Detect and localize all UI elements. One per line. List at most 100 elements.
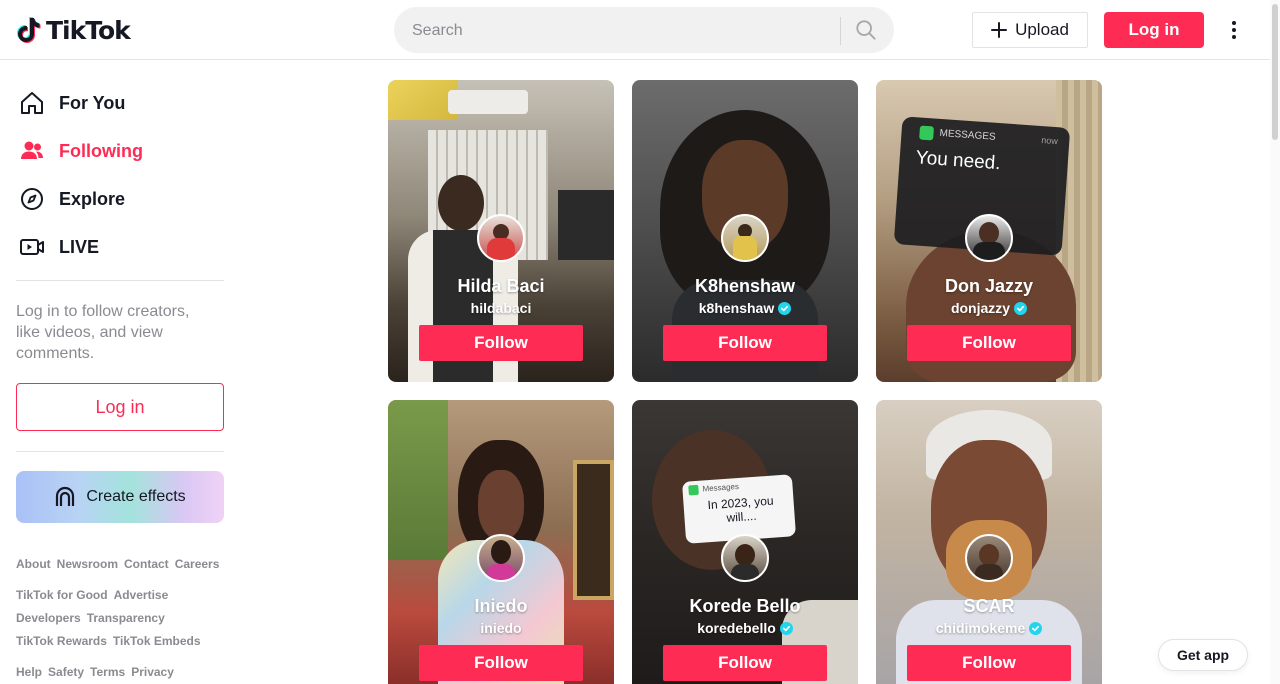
card-thumbnail-cabinet bbox=[558, 190, 614, 260]
creator-name: Iniedo bbox=[474, 596, 528, 616]
footer-link-help[interactable]: Help bbox=[16, 665, 42, 679]
creator-username: iniedo bbox=[388, 620, 614, 636]
nav-label: LIVE bbox=[59, 236, 100, 257]
sidebar-login-button[interactable]: Log in bbox=[16, 383, 224, 431]
overlay-time: now bbox=[1041, 135, 1059, 147]
nav-label: Explore bbox=[59, 188, 126, 209]
verified-badge-icon bbox=[779, 621, 793, 635]
search-divider bbox=[840, 17, 841, 45]
live-icon bbox=[16, 231, 48, 263]
sidebar-divider bbox=[16, 280, 224, 281]
creator-name: SCAR bbox=[963, 596, 1015, 616]
creator-username: k8henshaw bbox=[632, 300, 858, 316]
creator-username: koredebello bbox=[632, 620, 858, 636]
footer-link-tiktok-embeds[interactable]: TikTok Embeds bbox=[113, 634, 201, 648]
create-effects-button[interactable]: Create effects bbox=[16, 471, 224, 523]
follow-button[interactable]: Follow bbox=[419, 645, 583, 681]
creator-card[interactable]: MESSAGES now You need. Don Jazzy donjazz… bbox=[876, 80, 1102, 382]
nav-for-you[interactable]: For You bbox=[16, 83, 224, 123]
tiktok-logo[interactable]: TikTok bbox=[16, 14, 131, 46]
header-login-button[interactable]: Log in bbox=[1104, 12, 1204, 48]
creator-name: K8henshaw bbox=[694, 276, 796, 296]
upload-label: Upload bbox=[1015, 20, 1069, 39]
creator-card[interactable]: Iniedo iniedo Follow bbox=[388, 400, 614, 684]
follow-button[interactable]: Follow bbox=[907, 325, 1071, 361]
page-scrollbar[interactable] bbox=[1270, 0, 1280, 684]
follow-button[interactable]: Follow bbox=[663, 645, 827, 681]
avatar bbox=[721, 214, 769, 262]
footer-links-row: About Newsroom Contact Careers bbox=[16, 557, 219, 571]
verified-badge-icon bbox=[1029, 621, 1043, 635]
logo-wordmark: TikTok bbox=[46, 15, 131, 45]
nav-following[interactable]: Following bbox=[16, 131, 224, 171]
compass-icon bbox=[16, 183, 48, 215]
top-header: TikTok Upload Log in bbox=[0, 0, 1280, 60]
scrollbar-thumb[interactable] bbox=[1272, 4, 1278, 140]
overlay-text: You need. bbox=[915, 147, 1002, 175]
creator-username-text: donjazzy bbox=[950, 300, 1011, 316]
avatar bbox=[477, 214, 525, 262]
overlay-text: In 2023, you will.... bbox=[707, 493, 775, 525]
users-icon bbox=[16, 135, 48, 167]
nav-label: For You bbox=[59, 92, 126, 113]
verified-badge-icon bbox=[1014, 301, 1028, 315]
footer-link-terms[interactable]: Terms bbox=[90, 665, 125, 679]
footer-link-developers[interactable]: Developers bbox=[16, 611, 81, 625]
upload-button[interactable]: Upload bbox=[972, 12, 1088, 48]
footer-link-careers[interactable]: Careers bbox=[175, 557, 220, 571]
creator-username-text: k8henshaw bbox=[698, 300, 775, 316]
footer-link-privacy[interactable]: Privacy bbox=[131, 665, 174, 679]
follow-button[interactable]: Follow bbox=[663, 325, 827, 361]
get-app-button[interactable]: Get app bbox=[1158, 639, 1248, 671]
nav-live[interactable]: LIVE bbox=[16, 227, 224, 267]
footer-link-tiktok-rewards[interactable]: TikTok Rewards bbox=[16, 634, 107, 648]
creator-username: donjazzy bbox=[876, 300, 1102, 316]
more-vertical-icon bbox=[1232, 21, 1236, 39]
home-icon bbox=[16, 87, 48, 119]
login-hint-text: Log in to follow creators, like videos, … bbox=[16, 303, 190, 362]
creator-card[interactable]: Hilda Baci hildabaci Follow bbox=[388, 80, 614, 382]
message-overlay: Messages In 2023, you will.... bbox=[681, 474, 797, 544]
overlay-title: Messages bbox=[702, 481, 740, 494]
footer-link-newsroom[interactable]: Newsroom bbox=[57, 557, 118, 571]
footer-link-about[interactable]: About bbox=[16, 557, 51, 571]
footer-link-contact[interactable]: Contact bbox=[124, 557, 169, 571]
more-menu-button[interactable] bbox=[1222, 16, 1246, 44]
sidebar-divider bbox=[16, 451, 224, 452]
card-thumbnail-face bbox=[478, 470, 524, 540]
avatar bbox=[721, 534, 769, 582]
nav-explore[interactable]: Explore bbox=[16, 179, 224, 219]
creator-card[interactable]: SCAR chidimokeme Follow bbox=[876, 400, 1102, 684]
footer-link-safety[interactable]: Safety bbox=[48, 665, 84, 679]
card-thumbnail-ac bbox=[448, 90, 528, 114]
follow-button[interactable]: Follow bbox=[419, 325, 583, 361]
verified-badge-icon bbox=[778, 301, 792, 315]
creator-username-text: chidimokeme bbox=[935, 620, 1026, 636]
creator-username-text: koredebello bbox=[697, 620, 776, 636]
creator-username: chidimokeme bbox=[876, 620, 1102, 636]
search-button[interactable] bbox=[846, 11, 886, 49]
footer-link-transparency[interactable]: Transparency bbox=[87, 611, 165, 625]
avatar bbox=[965, 214, 1013, 262]
footer-link-advertise[interactable]: Advertise bbox=[114, 588, 169, 602]
avatar bbox=[965, 534, 1013, 582]
footer-links-row: TikTok Rewards TikTok Embeds bbox=[16, 634, 201, 648]
messages-app-icon bbox=[688, 484, 699, 496]
search-icon bbox=[856, 20, 876, 40]
nav-label: Following bbox=[59, 140, 143, 161]
search-bar bbox=[394, 7, 894, 53]
creator-card[interactable]: Messages In 2023, you will.... Korede Be… bbox=[632, 400, 858, 684]
search-input[interactable] bbox=[410, 18, 814, 44]
messages-app-icon bbox=[919, 125, 935, 141]
tiktok-logo-icon bbox=[17, 17, 41, 43]
creator-username-text: iniedo bbox=[480, 620, 522, 636]
effects-house-icon bbox=[56, 486, 75, 506]
footer-links-row: Developers Transparency bbox=[16, 611, 165, 625]
creator-card[interactable]: K8henshaw k8henshaw Follow bbox=[632, 80, 858, 382]
creator-name: Don Jazzy bbox=[944, 276, 1034, 296]
effects-label: Create effects bbox=[86, 488, 186, 505]
follow-button[interactable]: Follow bbox=[907, 645, 1071, 681]
footer-link-tiktok-for-good[interactable]: TikTok for Good bbox=[16, 588, 108, 602]
card-thumbnail-frame bbox=[573, 460, 614, 600]
creator-username-text: hildabaci bbox=[470, 300, 532, 316]
